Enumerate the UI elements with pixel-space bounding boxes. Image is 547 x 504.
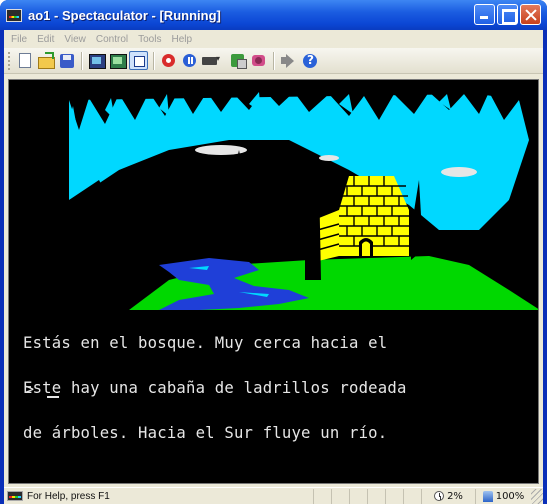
keyboard-icon[interactable] — [201, 51, 220, 70]
joystick-icon[interactable] — [249, 51, 268, 70]
tape-icon[interactable] — [228, 51, 247, 70]
menu-bar: File Edit View Control Tools Help — [4, 30, 543, 48]
sound-icon[interactable] — [279, 51, 298, 70]
status-cell — [403, 488, 421, 504]
status-cells: 2% 100% — [313, 488, 543, 504]
status-cell — [385, 488, 403, 504]
save-disk-icon[interactable] — [57, 51, 76, 70]
app-window: ao1 - Spectaculator - [Running] File Edi… — [0, 0, 547, 504]
toolbar-separator — [273, 51, 274, 70]
window-icon[interactable] — [129, 51, 148, 70]
status-cell — [331, 488, 349, 504]
forest-scene-image — [9, 80, 538, 310]
close-button[interactable] — [520, 4, 541, 25]
screen-icon[interactable] — [108, 51, 127, 70]
minimize-button[interactable] — [474, 4, 495, 25]
help-icon[interactable] — [300, 51, 319, 70]
emulation-speed[interactable]: 100% — [475, 488, 531, 504]
text-cursor — [47, 396, 59, 398]
status-cell — [349, 488, 367, 504]
spectrum-status-icon — [7, 491, 23, 501]
toolbar — [4, 48, 543, 74]
menu-tools[interactable]: Tools — [133, 34, 166, 45]
menu-control[interactable]: Control — [91, 34, 133, 45]
speed-gauge-icon — [482, 490, 493, 502]
monitor-icon[interactable] — [87, 51, 106, 70]
cloud — [441, 167, 477, 177]
maximize-button[interactable] — [497, 4, 518, 25]
status-help-text: For Help, press F1 — [27, 490, 110, 502]
description-line: Este hay una cabaña de ladrillos rodeada — [23, 379, 407, 397]
cpu-usage: 2% — [421, 488, 475, 504]
cpu-value: 2% — [447, 490, 463, 502]
resize-grip-icon[interactable] — [531, 488, 543, 504]
command-prompt[interactable]: > — [25, 380, 34, 398]
title-bar[interactable]: ao1 - Spectaculator - [Running] — [0, 0, 547, 30]
menu-help[interactable]: Help — [166, 34, 197, 45]
pause-icon[interactable] — [180, 51, 199, 70]
clock-icon — [434, 491, 445, 501]
emulator-screen[interactable]: Estás en el bosque. Muy cerca hacia el E… — [8, 79, 539, 484]
status-cell — [313, 488, 331, 504]
window-controls — [474, 4, 541, 25]
spectrum-app-icon[interactable] — [6, 8, 22, 22]
menu-view[interactable]: View — [59, 34, 91, 45]
menu-file[interactable]: File — [6, 34, 32, 45]
toolbar-separator — [81, 51, 82, 70]
client-area: File Edit View Control Tools Help ▾ ? Es… — [4, 30, 543, 504]
open-folder-icon[interactable] — [36, 51, 55, 70]
description-line: de árboles. Hacia el Sur fluye un río. — [23, 424, 388, 442]
speed-value: 100% — [495, 490, 525, 502]
status-cell — [367, 488, 385, 504]
window-title: ao1 - Spectaculator - [Running] — [28, 7, 221, 23]
menu-edit[interactable]: Edit — [32, 34, 59, 45]
toolbar-grip[interactable] — [8, 51, 11, 70]
status-bar: For Help, press F1 2% 100% — [4, 487, 543, 504]
new-file-icon[interactable] — [19, 53, 31, 68]
description-line: Estás en el bosque. Muy cerca hacia el — [23, 334, 388, 352]
location-description: Estás en el bosque. Muy cerca hacia el E… — [23, 306, 533, 471]
cloud — [319, 155, 339, 161]
toolbar-separator — [153, 51, 154, 70]
record-icon[interactable] — [159, 51, 178, 70]
